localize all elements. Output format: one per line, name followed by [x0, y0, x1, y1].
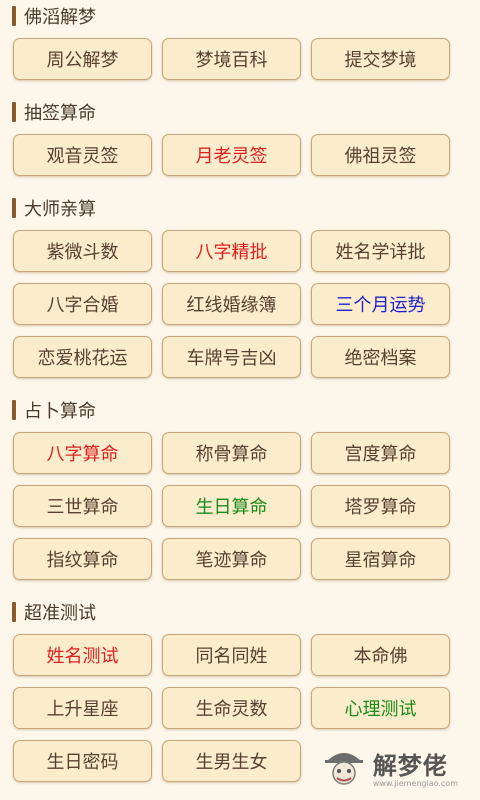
section-bar: [12, 102, 16, 122]
section-title-text: 占卜算命: [24, 401, 96, 422]
site-watermark: 解梦佬 www.jiemenglao.com: [321, 746, 458, 788]
btn-palace-degree[interactable]: 宫度算命: [311, 432, 450, 474]
section-bar: [12, 198, 16, 218]
btn-constellation-mansion[interactable]: 星宿算命: [311, 538, 450, 580]
section-title-lottery: 抽签算命: [12, 100, 96, 124]
btn-bazi-fortune[interactable]: 八字算命: [13, 432, 152, 474]
section-title-text: 佛滔解梦: [24, 7, 96, 28]
btn-fingerprint[interactable]: 指纹算命: [13, 538, 152, 580]
btn-plate-number[interactable]: 车牌号吉凶: [162, 336, 301, 378]
btn-patron-buddha[interactable]: 本命佛: [311, 634, 450, 676]
watermark-text: 解梦佬 www.jiemenglao.com: [373, 746, 458, 788]
btn-name-test[interactable]: 姓名测试: [13, 634, 152, 676]
section-bar: [12, 602, 16, 622]
btn-dream-encyclopedia[interactable]: 梦境百科: [162, 38, 301, 80]
btn-submit-dream[interactable]: 提交梦境: [311, 38, 450, 80]
btn-rising-sign[interactable]: 上升星座: [13, 687, 152, 729]
btn-bazi-detailed[interactable]: 八字精批: [162, 230, 301, 272]
btn-bazi-marriage[interactable]: 八字合婚: [13, 283, 152, 325]
btn-love-luck[interactable]: 恋爱桃花运: [13, 336, 152, 378]
btn-ziwei[interactable]: 紫微斗数: [13, 230, 152, 272]
section-title-text: 大师亲算: [24, 199, 96, 220]
btn-psych-test[interactable]: 心理测试: [311, 687, 450, 729]
section-title-dream: 佛滔解梦: [12, 4, 96, 28]
btn-bone-weight[interactable]: 称骨算命: [162, 432, 301, 474]
section-bar: [12, 400, 16, 420]
section-title-text: 超准测试: [24, 603, 96, 624]
watermark-title: 解梦佬: [372, 752, 448, 780]
btn-birthday-fortune[interactable]: 生日算命: [162, 485, 301, 527]
btn-name-analysis[interactable]: 姓名学详批: [311, 230, 450, 272]
btn-secret-file[interactable]: 绝密档案: [311, 336, 450, 378]
section-title-master: 大师亲算: [12, 196, 96, 220]
btn-life-number[interactable]: 生命灵数: [162, 687, 301, 729]
btn-boy-or-girl[interactable]: 生男生女: [162, 740, 301, 782]
btn-birthday-code[interactable]: 生日密码: [13, 740, 152, 782]
btn-guanyin-lottery[interactable]: 观音灵签: [13, 134, 152, 176]
section-title-divination: 占卜算命: [12, 398, 96, 422]
btn-zhougong-dream[interactable]: 周公解梦: [13, 38, 152, 80]
watermark-url: www.jiemenglao.com: [372, 779, 458, 788]
btn-red-thread[interactable]: 红线婚缘簿: [162, 283, 301, 325]
section-bar: [12, 6, 16, 26]
btn-fozu-lottery[interactable]: 佛祖灵签: [311, 134, 450, 176]
btn-three-lives[interactable]: 三世算命: [13, 485, 152, 527]
btn-tarot[interactable]: 塔罗算命: [311, 485, 450, 527]
section-title-text: 抽签算命: [24, 103, 96, 124]
btn-yuelao-lottery[interactable]: 月老灵签: [162, 134, 301, 176]
section-title-tests: 超准测试: [12, 600, 96, 624]
btn-same-name[interactable]: 同名同姓: [162, 634, 301, 676]
btn-handwriting[interactable]: 笔迹算命: [162, 538, 301, 580]
btn-three-month-fortune[interactable]: 三个月运势: [311, 283, 450, 325]
logo-face-icon: [321, 747, 367, 787]
